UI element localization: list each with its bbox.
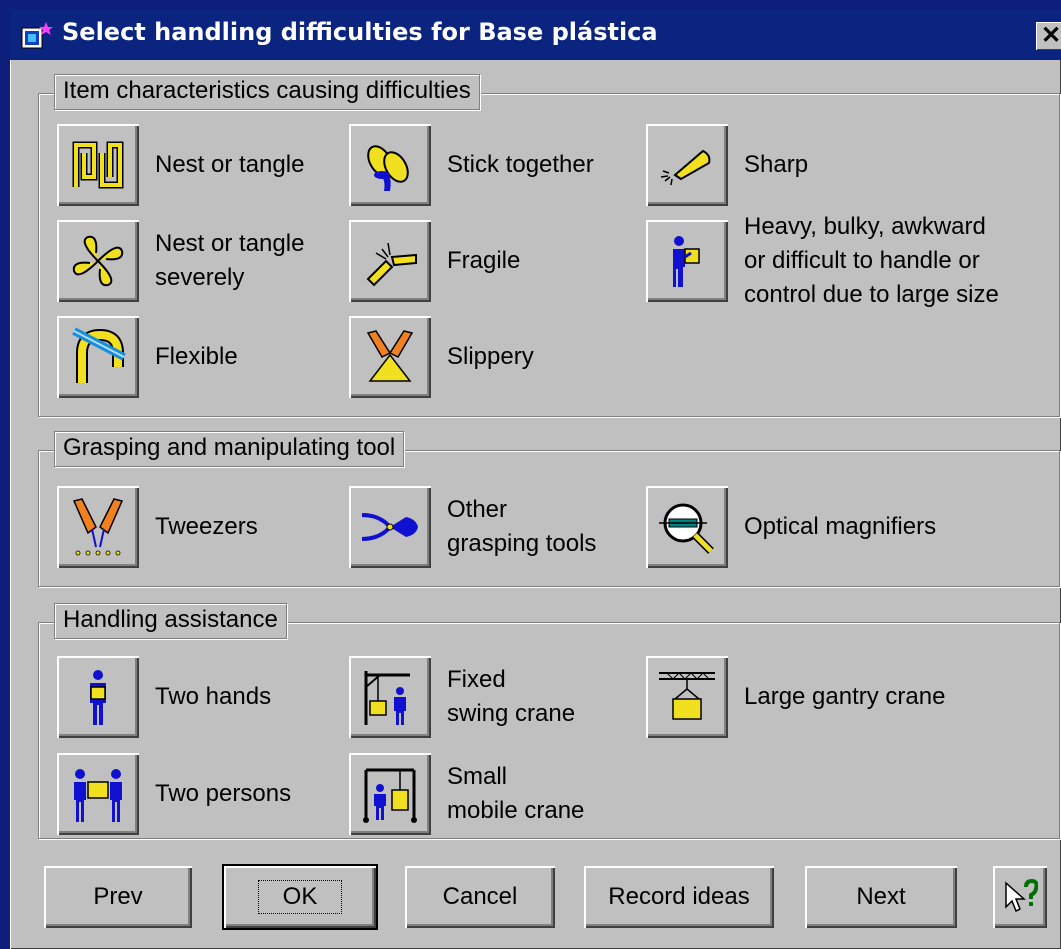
large-gantry-crane-label: Large gantry crane (744, 683, 946, 710)
flexible-icon (72, 327, 126, 383)
magnifier-icon (659, 503, 714, 554)
help-pointer-icon (1005, 879, 1038, 913)
characteristics-group-label: Item characteristics causing difficultie… (54, 74, 480, 110)
assistance-group-label: Handling assistance (54, 603, 287, 639)
prev-button-label: Prev (93, 883, 143, 910)
next-button[interactable]: Next (805, 866, 957, 928)
flexible-button[interactable] (57, 316, 139, 398)
option-two-hands[interactable]: Two hands (57, 656, 337, 738)
option-other-tools[interactable]: Other grasping tools (349, 486, 639, 568)
tweezers-button[interactable] (57, 486, 139, 568)
option-large-gantry-crane[interactable]: Large gantry crane (646, 656, 996, 738)
small-mobile-crane-button[interactable] (349, 753, 431, 835)
fixed-swing-crane-label: Fixed swing crane (447, 666, 576, 727)
nest-tangle-icon (72, 141, 124, 189)
two-persons-icon (74, 769, 122, 822)
option-stick-together[interactable]: Stick together (349, 124, 639, 206)
heavy-bulky-icon (673, 236, 700, 287)
option-optical-magnifiers[interactable]: Optical magnifiers (646, 486, 996, 568)
stick-together-button[interactable] (349, 124, 431, 206)
option-fixed-swing-crane[interactable]: Fixed swing crane (349, 656, 639, 738)
nest-tangle-severely-label: Nest or tangle severely (155, 230, 305, 291)
option-heavy-bulky[interactable]: Heavy, bulky, awkward or difficult to ha… (646, 213, 1046, 308)
pliers-icon (361, 513, 418, 541)
option-nest-tangle-severely[interactable]: Nest or tangle severely (57, 220, 337, 302)
nest-tangle-severely-button[interactable] (57, 220, 139, 302)
nest-tangle-label: Nest or tangle (155, 151, 305, 178)
slippery-icon (366, 330, 414, 382)
heavy-bulky-button[interactable] (646, 220, 728, 302)
sharp-label: Sharp (744, 151, 809, 178)
option-nest-tangle[interactable]: Nest or tangle (57, 124, 337, 206)
option-flexible[interactable]: Flexible (57, 316, 337, 398)
cancel-button[interactable]: Cancel (405, 866, 555, 928)
option-two-persons[interactable]: Two persons (57, 753, 337, 835)
record-ideas-button[interactable]: Record ideas (584, 866, 774, 928)
dialog-window: Select handling difficulties for Base pl… (10, 10, 1061, 949)
gantry-crane-icon (659, 672, 715, 720)
context-help-button[interactable] (993, 866, 1047, 928)
option-slippery[interactable]: Slippery (349, 316, 639, 398)
assistance-group: Handling assistance Two hands Fixed swin… (38, 603, 1060, 839)
two-hands-label: Two hands (155, 683, 272, 710)
slippery-button[interactable] (349, 316, 431, 398)
cancel-button-label: Cancel (442, 883, 518, 910)
two-persons-label: Two persons (155, 780, 292, 807)
next-button-label: Next (856, 883, 906, 910)
close-icon: ✕ (1040, 22, 1061, 49)
tools-group: Grasping and manipulating tool Tweezers (38, 431, 1060, 587)
option-fragile[interactable]: Fragile (349, 220, 639, 302)
sharp-button[interactable] (646, 124, 728, 206)
slippery-label: Slippery (447, 343, 534, 370)
optical-magnifiers-label: Optical magnifiers (744, 513, 937, 540)
app-icon (21, 22, 53, 49)
two-persons-button[interactable] (57, 753, 139, 835)
swing-crane-icon (364, 671, 410, 725)
tweezers-label: Tweezers (155, 513, 258, 540)
heavy-bulky-label: Heavy, bulky, awkward or difficult to ha… (744, 213, 999, 308)
mobile-crane-icon (363, 768, 417, 823)
flexible-label: Flexible (155, 343, 238, 370)
option-small-mobile-crane[interactable]: Small mobile crane (349, 753, 639, 835)
option-tweezers[interactable]: Tweezers (57, 486, 337, 568)
close-button[interactable]: ✕ (1036, 22, 1061, 50)
tweezers-icon (72, 498, 124, 556)
fragile-icon (366, 242, 417, 287)
ok-button-label: OK (257, 880, 343, 914)
window-title: Select handling difficulties for Base pl… (62, 18, 658, 46)
nest-tangle-severely-icon (72, 235, 124, 287)
other-tools-button[interactable] (349, 486, 431, 568)
fixed-swing-crane-button[interactable] (349, 656, 431, 738)
small-mobile-crane-label: Small mobile crane (447, 763, 585, 824)
other-tools-label: Other grasping tools (447, 496, 597, 557)
optical-magnifiers-button[interactable] (646, 486, 728, 568)
characteristics-group: Item characteristics causing difficultie… (38, 74, 1060, 417)
stick-together-icon (367, 145, 409, 191)
sharp-icon (660, 149, 711, 186)
fragile-label: Fragile (447, 247, 521, 274)
nest-tangle-button[interactable] (57, 124, 139, 206)
fragile-button[interactable] (349, 220, 431, 302)
option-sharp[interactable]: Sharp (646, 124, 946, 206)
record-ideas-button-label: Record ideas (608, 883, 750, 910)
title-bar[interactable]: Select handling difficulties for Base pl… (10, 10, 1061, 60)
stick-together-label: Stick together (447, 151, 594, 178)
two-hands-button[interactable] (57, 656, 139, 738)
tools-group-label: Grasping and manipulating tool (54, 431, 405, 467)
large-gantry-crane-button[interactable] (646, 656, 728, 738)
prev-button[interactable]: Prev (44, 866, 192, 928)
two-hands-icon (90, 670, 106, 725)
ok-button[interactable]: OK (222, 864, 378, 930)
